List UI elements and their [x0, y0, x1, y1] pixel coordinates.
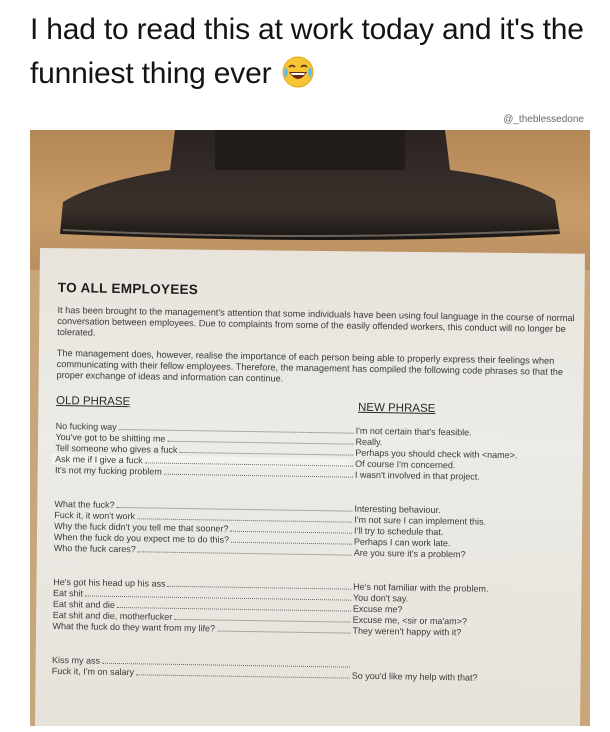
dotted-leader — [137, 551, 352, 556]
dotted-leader — [167, 585, 352, 590]
new-phrase: I wasn't involved in that project. — [354, 469, 480, 482]
old-phrase: Kiss my ass — [51, 654, 101, 666]
new-phrase-header: NEW PHRASE — [357, 401, 436, 415]
dotted-leader — [136, 674, 350, 679]
clipboard-clip-icon — [60, 130, 561, 240]
dotted-leader — [231, 541, 352, 545]
memo-paragraph-1: It has been brought to the management's … — [57, 304, 575, 338]
dotted-leader — [163, 473, 353, 478]
memo-paragraph-2: The management does, however, realise th… — [56, 347, 564, 384]
phrase-table: OLD PHRASE NEW PHRASE No fucking way I'm … — [51, 395, 576, 703]
new-phrase: Are you sure it's a problem? — [353, 547, 466, 560]
watermark: @_theblessedone — [503, 114, 584, 125]
dotted-leader — [167, 440, 354, 445]
old-phrase: It's not my fucking problem — [54, 464, 162, 477]
old-phrase: Eat shit — [53, 587, 84, 599]
laughing-emoji-icon — [282, 56, 313, 88]
clipboard-photo: TO ALL EMPLOYEES It has been brought to … — [30, 130, 590, 726]
new-phrase: They weren't happy with it? — [352, 625, 462, 638]
old-phrase: What the fuck do they want from my life? — [52, 620, 216, 634]
memo-document: TO ALL EMPLOYEES It has been brought to … — [51, 280, 577, 703]
dotted-leader — [230, 530, 353, 534]
dotted-leader — [217, 630, 351, 634]
new-phrase: Really. — [355, 436, 383, 448]
new-phrase: You don't say. — [352, 592, 409, 604]
dotted-leader — [179, 451, 354, 456]
old-phrase-header: OLD PHRASE — [56, 394, 131, 409]
new-phrase: Excuse me? — [352, 603, 403, 615]
old-phrase: Who the fuck cares? — [53, 542, 136, 555]
new-phrase: So you'd like my help with that? — [351, 670, 478, 683]
old-phrase: Fuck it, I'm on salary — [51, 665, 135, 678]
post-caption: I had to read this at work today and it'… — [30, 8, 590, 96]
dotted-leader — [174, 618, 351, 623]
old-phrase: What the fuck? — [54, 498, 115, 510]
